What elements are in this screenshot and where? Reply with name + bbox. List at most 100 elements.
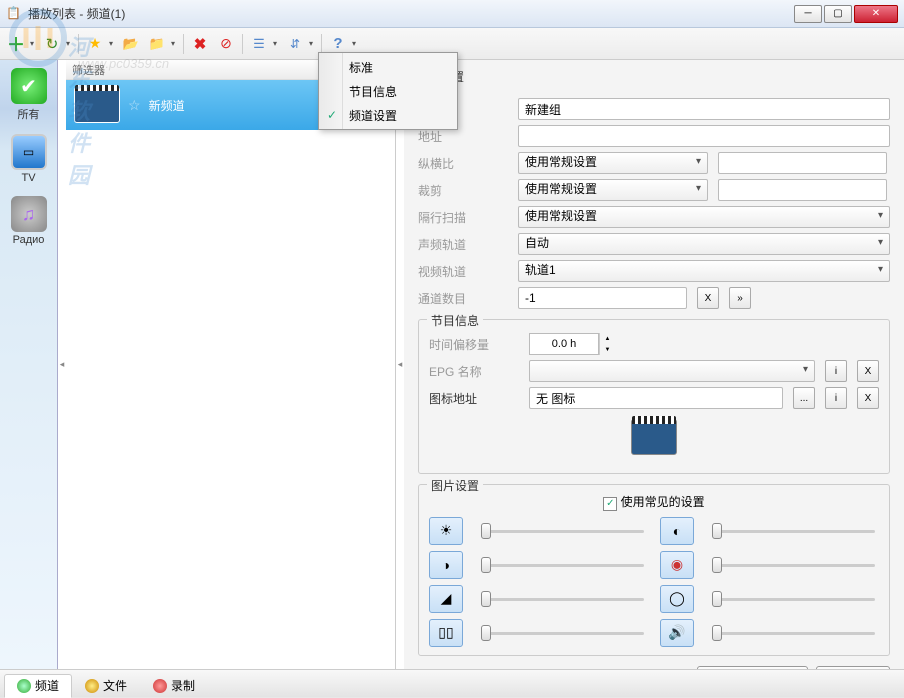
sort-button[interactable]: ⇵ [283, 32, 307, 56]
help-dropdown[interactable]: ▾ [352, 39, 360, 48]
tab-file[interactable]: 文件 [72, 674, 140, 698]
spinner-up[interactable]: ▲ [600, 333, 615, 344]
volume-icon: 🔊 [668, 624, 685, 641]
epg-i-button[interactable]: i [825, 360, 847, 382]
brightness-slider[interactable] [477, 521, 648, 541]
titlebar: 📋 播放列表 - 频道(1) ─ ▢ ✕ [0, 0, 904, 28]
stereo-button[interactable]: ▯▯ [429, 619, 463, 647]
record-icon [153, 679, 167, 693]
close-button[interactable]: ✕ [854, 5, 898, 23]
group-input[interactable] [518, 98, 890, 120]
add-dropdown[interactable]: ▾ [30, 39, 38, 48]
delete-button[interactable]: ✖ [188, 32, 212, 56]
brightness-button[interactable]: ☀ [429, 517, 463, 545]
video-select[interactable]: 轨道1 [518, 260, 890, 282]
block-icon: ⊘ [220, 35, 232, 52]
gamma-icon: ◢ [441, 590, 452, 607]
list-button[interactable]: ☰ [247, 32, 271, 56]
url-input[interactable] [518, 125, 890, 147]
epg-x-button[interactable]: X [857, 360, 879, 382]
channels-label: 通道数目 [418, 290, 508, 307]
volume-button[interactable]: 🔊 [660, 619, 694, 647]
use-common-checkbox[interactable]: ✓ [603, 497, 617, 511]
contrast-icon: ◑ [442, 557, 450, 573]
save-dropdown[interactable]: ▾ [171, 39, 179, 48]
check-icon: ✓ [327, 108, 337, 122]
refresh-icon: ↻ [46, 35, 59, 53]
timeshift-spinner[interactable]: 0.0 h [529, 333, 599, 355]
iconurl-label: 图标地址 [429, 390, 519, 407]
contrast-button[interactable]: ◑ [429, 551, 463, 579]
menu-item-standard[interactable]: 标准 [321, 55, 455, 79]
add-button[interactable]: ＋ [4, 32, 28, 56]
channels-input[interactable] [518, 287, 687, 309]
channel-list[interactable]: ☆ 新频道 [66, 80, 395, 669]
delete-icon: ✖ [194, 35, 207, 53]
radio-icon: ♫ [11, 196, 47, 232]
aspect-label: 纵横比 [418, 155, 508, 172]
bottom-tabs: 频道 文件 录制 [0, 669, 904, 697]
main-area: ✔ 所有 ▭ TV ♫ Радио ◂ 筛选器 ☆ 新频道 [0, 60, 904, 669]
channels-x-button[interactable]: X [697, 287, 719, 309]
list-icon: ☰ [253, 36, 265, 52]
sidebar-item-tv[interactable]: ▭ TV [4, 130, 54, 188]
hue-button[interactable]: ◐ [660, 517, 694, 545]
spinner-down[interactable]: ▼ [600, 344, 615, 355]
browse-button[interactable]: ... [793, 387, 815, 409]
iconurl-input[interactable] [529, 387, 783, 409]
tv-icon: ▭ [11, 134, 47, 170]
refresh-dropdown[interactable]: ▾ [66, 39, 74, 48]
saturation-button[interactable]: ◉ [660, 551, 694, 579]
saturation-slider[interactable] [708, 555, 879, 575]
sidebar-item-radio[interactable]: ♫ Радио [4, 192, 54, 250]
hue-slider[interactable] [708, 521, 879, 541]
open-button[interactable]: 📂 [119, 32, 143, 56]
app-window: 📋 播放列表 - 频道(1) ─ ▢ ✕ ＋ ▾ ↻ ▾ ★ ▾ 📂 📁 ▾ ✖… [0, 0, 904, 697]
list-dropdown[interactable]: ▾ [273, 39, 281, 48]
channels-arrow-button[interactable]: » [729, 287, 751, 309]
tab-channel[interactable]: 频道 [4, 674, 72, 698]
favorite-star-icon[interactable]: ☆ [128, 97, 141, 114]
epg-label: EPG 名称 [429, 363, 519, 380]
sort-icon: ⇵ [290, 37, 300, 51]
star-button[interactable]: ★ [83, 32, 107, 56]
menu-item-channel-settings[interactable]: ✓ 频道设置 [321, 103, 455, 127]
aspect-select[interactable]: 使用常规设置 [518, 152, 708, 174]
minimize-button[interactable]: ─ [794, 5, 822, 23]
brightness-icon: ☀ [440, 522, 453, 539]
audio-label: 声频轨道 [418, 236, 508, 253]
star-dropdown[interactable]: ▾ [109, 39, 117, 48]
timeshift-label: 时间偏移量 [429, 336, 519, 353]
save-button[interactable]: 📁 [145, 32, 169, 56]
crop-label: 裁剪 [418, 182, 508, 199]
gamma-button[interactable]: ◢ [429, 585, 463, 613]
help-icon: ? [333, 35, 342, 52]
crop-select[interactable]: 使用常规设置 [518, 179, 708, 201]
aspect-extra-input[interactable] [718, 152, 887, 174]
folder-open-icon: 📂 [123, 36, 139, 52]
crop-extra-input[interactable] [718, 179, 887, 201]
volume-slider[interactable] [708, 623, 879, 643]
contrast-slider[interactable] [477, 555, 648, 575]
block-button[interactable]: ⊘ [214, 32, 238, 56]
gamma-slider[interactable] [477, 589, 648, 609]
sharpness-button[interactable]: ◯ [660, 585, 694, 613]
iconurl-x-button[interactable]: X [857, 387, 879, 409]
interlace-select[interactable]: 使用常规设置 [518, 206, 890, 228]
sidebar-item-all[interactable]: ✔ 所有 [4, 64, 54, 126]
stereo-slider[interactable] [477, 623, 648, 643]
sort-dropdown[interactable]: ▾ [309, 39, 317, 48]
maximize-button[interactable]: ▢ [824, 5, 852, 23]
menu-item-program-info[interactable]: 节目信息 [321, 79, 455, 103]
app-icon: 📋 [6, 6, 22, 22]
iconurl-i-button[interactable]: i [825, 387, 847, 409]
globe-icon [17, 679, 31, 693]
audio-select[interactable]: 自动 [518, 233, 890, 255]
epg-select[interactable] [529, 360, 815, 382]
sharpness-icon: ◯ [669, 590, 685, 607]
splitter-left[interactable]: ◂ [58, 60, 66, 669]
splitter-right[interactable]: ◂ [396, 60, 404, 669]
tab-record[interactable]: 录制 [140, 674, 208, 698]
refresh-button[interactable]: ↻ [40, 32, 64, 56]
sharpness-slider[interactable] [708, 589, 879, 609]
